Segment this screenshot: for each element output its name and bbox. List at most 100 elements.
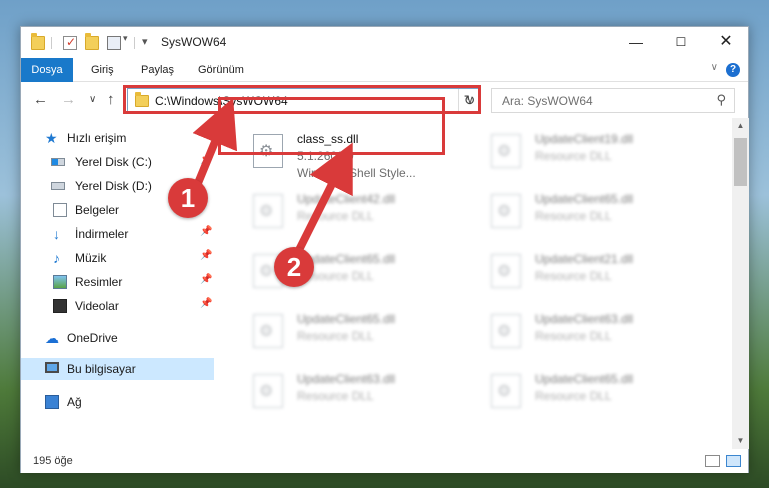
file-name: UpdateClient65.dll bbox=[535, 192, 634, 206]
status-bar: 195 öğe bbox=[21, 449, 748, 473]
onedrive-icon: ☁ bbox=[45, 330, 59, 346]
sidebar-item-local-disk-c[interactable]: Yerel Disk (C:) 📌 bbox=[21, 151, 214, 173]
dll-file-icon bbox=[491, 374, 521, 408]
forward-button[interactable]: → bbox=[61, 91, 76, 108]
file-name: UpdateClient65.dll bbox=[297, 312, 396, 326]
ribbon-expand-icon[interactable]: ∨ bbox=[711, 62, 718, 73]
sidebar-item-label: OneDrive bbox=[67, 331, 118, 345]
videos-icon bbox=[53, 299, 67, 313]
details-view-icon[interactable] bbox=[705, 455, 720, 467]
step-2-badge: 2 bbox=[274, 247, 314, 287]
toolbar-separator bbox=[134, 37, 135, 49]
scroll-thumb[interactable] bbox=[734, 138, 747, 186]
sidebar-item-label: Videolar bbox=[75, 299, 119, 313]
pin-icon[interactable]: 📌 bbox=[200, 298, 212, 309]
sidebar-item-label: Bu bilgisayar bbox=[67, 362, 136, 376]
tiles-view-icon[interactable] bbox=[726, 455, 741, 467]
pin-icon[interactable]: 📌 bbox=[200, 250, 212, 261]
scroll-down-icon[interactable]: ▼ bbox=[732, 433, 749, 449]
help-icon[interactable]: ? bbox=[726, 63, 740, 77]
dll-file-icon bbox=[491, 134, 521, 168]
file-item[interactable]: UpdateClient21.dll Resource DLL bbox=[479, 246, 705, 302]
file-item[interactable]: UpdateClient63.dll Resource DLL bbox=[479, 306, 705, 362]
documents-icon bbox=[53, 203, 67, 217]
file-name: UpdateClient21.dll bbox=[535, 252, 634, 266]
sidebar-item-music[interactable]: ♪ Müzik 📌 bbox=[21, 247, 214, 269]
dll-file-icon bbox=[253, 314, 283, 348]
navigation-pane: ★ Hızlı erişim Yerel Disk (C:) 📌 Yerel D… bbox=[21, 118, 214, 445]
file-item[interactable]: UpdateClient65.dll Resource DLL bbox=[241, 306, 467, 362]
file-description: Resource DLL bbox=[535, 269, 612, 283]
music-icon: ♪ bbox=[53, 250, 60, 266]
file-description: Resource DLL bbox=[297, 209, 374, 223]
tab-home[interactable]: Giriş bbox=[91, 58, 114, 82]
pictures-icon bbox=[53, 275, 67, 289]
network-icon bbox=[45, 395, 59, 409]
maximize-button[interactable]: ☐ bbox=[658, 27, 704, 57]
file-item[interactable]: UpdateClient65.dll Resource DLL bbox=[479, 366, 705, 422]
new-folder-icon[interactable] bbox=[85, 33, 99, 50]
disk-icon bbox=[51, 158, 65, 166]
sidebar-item-label: Yerel Disk (C:) bbox=[75, 155, 152, 169]
file-item[interactable]: UpdateClient65.dll Resource DLL bbox=[479, 186, 705, 242]
ribbon-tabs: Dosya Giriş Paylaş Görünüm ∨ ? bbox=[21, 58, 748, 82]
file-description: Resource DLL bbox=[535, 329, 612, 343]
sidebar-item-videos[interactable]: Videolar 📌 bbox=[21, 295, 214, 317]
file-item[interactable]: UpdateClient63.dll Resource DLL bbox=[241, 366, 467, 422]
search-input[interactable]: Ara: SysWOW64 ⚲ bbox=[491, 88, 735, 113]
sidebar-item-label: Hızlı erişim bbox=[67, 131, 127, 145]
file-name: UpdateClient19.dll bbox=[535, 132, 634, 146]
step-1-badge: 1 bbox=[168, 178, 208, 218]
dll-file-icon bbox=[491, 194, 521, 228]
file-description: Resource DLL bbox=[535, 209, 612, 223]
folder-icon bbox=[31, 33, 45, 50]
sidebar-item-label: Belgeler bbox=[75, 203, 120, 217]
sidebar-item-network[interactable]: Ağ bbox=[21, 391, 214, 413]
title-bar: ▾ ▾ SysWOW64 — ☐ ✕ bbox=[21, 27, 748, 58]
quick-access-dropdown-icon[interactable]: ▾ bbox=[123, 33, 128, 44]
toolbar-separator bbox=[51, 37, 52, 49]
sidebar-item-label: Resimler bbox=[75, 275, 123, 289]
tab-view[interactable]: Görünüm bbox=[198, 58, 244, 82]
recent-locations-icon[interactable]: ∨ bbox=[89, 94, 96, 105]
file-name: UpdateClient63.dll bbox=[297, 372, 396, 386]
dll-file-icon bbox=[253, 194, 283, 228]
file-item[interactable]: UpdateClient19.dll Resource DLL bbox=[479, 126, 705, 182]
file-name: UpdateClient63.dll bbox=[535, 312, 634, 326]
pin-icon[interactable]: 📌 bbox=[200, 226, 212, 237]
pin-dropdown-icon[interactable]: ▾ bbox=[142, 35, 148, 48]
file-description: Resource DLL bbox=[535, 389, 612, 403]
close-button[interactable]: ✕ bbox=[703, 27, 749, 57]
pin-icon[interactable]: 📌 bbox=[200, 274, 212, 285]
dll-file-icon bbox=[253, 374, 283, 408]
tab-file[interactable]: Dosya bbox=[21, 58, 73, 82]
sidebar-item-onedrive[interactable]: ☁ OneDrive bbox=[21, 327, 214, 349]
minimize-button[interactable]: — bbox=[613, 27, 659, 57]
file-description: Resource DLL bbox=[297, 329, 374, 343]
scroll-up-icon[interactable]: ▲ bbox=[732, 118, 749, 134]
up-button[interactable]: ↑ bbox=[107, 91, 115, 108]
sidebar-item-label: Müzik bbox=[75, 251, 107, 265]
downloads-icon: ↓ bbox=[53, 226, 60, 242]
sidebar-item-quick-access[interactable]: ★ Hızlı erişim bbox=[21, 127, 214, 149]
back-button[interactable]: ← bbox=[33, 91, 48, 108]
file-description: Windows Shell Style... bbox=[297, 166, 416, 180]
customize-icon[interactable] bbox=[107, 36, 121, 50]
sidebar-item-label: Ağ bbox=[67, 395, 82, 409]
file-description: Resource DLL bbox=[297, 389, 374, 403]
sidebar-item-downloads[interactable]: ↓ İndirmeler 📌 bbox=[21, 223, 214, 245]
file-item[interactable]: UpdateClient42.dll Resource DLL bbox=[241, 186, 467, 242]
vertical-scrollbar[interactable]: ▲ ▼ bbox=[732, 118, 749, 449]
sidebar-item-label: İndirmeler bbox=[75, 227, 129, 241]
file-description: Resource DLL bbox=[535, 149, 612, 163]
sidebar-item-label: Yerel Disk (D:) bbox=[75, 179, 152, 193]
computer-icon bbox=[45, 362, 59, 373]
sidebar-item-pictures[interactable]: Resimler 📌 bbox=[21, 271, 214, 293]
file-name: UpdateClient42.dll bbox=[297, 192, 396, 206]
file-name: UpdateClient65.dll bbox=[535, 372, 634, 386]
sidebar-item-this-pc[interactable]: Bu bilgisayar bbox=[21, 358, 214, 380]
tab-share[interactable]: Paylaş bbox=[141, 58, 174, 82]
search-icon[interactable]: ⚲ bbox=[716, 92, 726, 108]
pin-icon[interactable]: 📌 bbox=[200, 154, 212, 165]
properties-check-icon[interactable] bbox=[63, 35, 77, 50]
